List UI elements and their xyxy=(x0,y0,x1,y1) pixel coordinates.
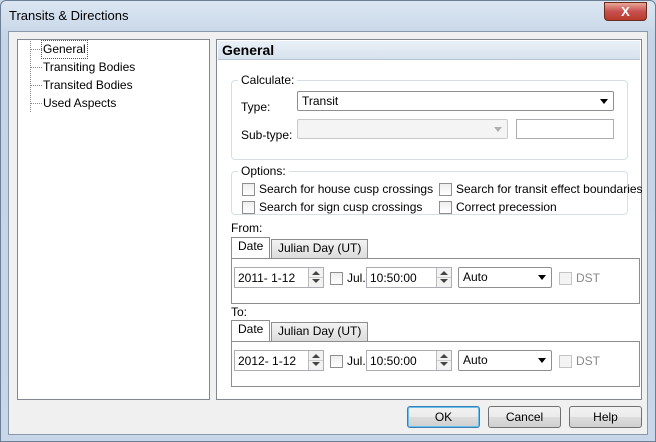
general-panel: General Calculate: Type: Transit Sub-typ… xyxy=(216,39,643,400)
type-select-value: Transit xyxy=(302,94,339,108)
checkbox-box[interactable] xyxy=(559,355,572,368)
spin-down-icon[interactable] xyxy=(440,279,448,283)
to-zone-select[interactable]: Auto xyxy=(458,350,552,371)
from-zone-select[interactable]: Auto xyxy=(458,267,552,288)
chevron-down-icon xyxy=(538,275,546,280)
calculate-legend: Calculate: xyxy=(238,73,298,87)
tree-item-label: Transited Bodies xyxy=(43,78,133,92)
tab-from-date[interactable]: Date xyxy=(231,237,271,258)
options-group: Options: Search for house cusp crossings… xyxy=(231,164,643,215)
sign-cusp-checkbox[interactable]: Search for sign cusp crossings xyxy=(242,200,422,215)
calculate-group: Calculate: Type: Transit Sub-type: xyxy=(231,73,628,160)
subtype-label: Sub-type: xyxy=(241,128,293,142)
type-select[interactable]: Transit xyxy=(297,91,614,111)
tab-to-date[interactable]: Date xyxy=(231,320,271,341)
dialog-client: General Transiting Bodies Transited Bodi… xyxy=(8,31,648,435)
spin-down-icon[interactable] xyxy=(440,362,448,366)
spin-down-icon[interactable] xyxy=(312,362,320,366)
tree-item-label: General xyxy=(41,40,88,59)
tree-item-label: Used Aspects xyxy=(43,96,117,110)
tree-item-transiting-bodies[interactable]: Transiting Bodies xyxy=(18,59,208,76)
dialog-window: Transits & Directions X General Transiti… xyxy=(0,0,656,442)
checkbox-box[interactable] xyxy=(330,272,343,285)
options-legend: Options: xyxy=(238,164,289,178)
ok-button[interactable]: OK xyxy=(407,406,480,428)
subtype-text-field[interactable] xyxy=(516,119,614,139)
house-cusp-checkbox[interactable]: Search for house cusp crossings xyxy=(242,182,433,197)
from-dst-checkbox[interactable]: DST xyxy=(559,271,600,286)
correct-precession-checkbox[interactable]: Correct precession xyxy=(439,200,624,215)
spin-up-icon[interactable] xyxy=(312,271,320,275)
tree-item-transited-bodies[interactable]: Transited Bodies xyxy=(18,77,208,94)
to-tab-body: 2012- 1-12 Jul. 10:50:00 Auto DST xyxy=(231,341,640,387)
tree-item-general[interactable]: General xyxy=(18,40,208,59)
help-button[interactable]: Help xyxy=(569,406,642,428)
tree-item-label: Transiting Bodies xyxy=(43,60,136,74)
to-date-field[interactable]: 2012- 1-12 xyxy=(234,350,324,371)
checkbox-box[interactable] xyxy=(242,201,255,214)
date-spinner[interactable] xyxy=(308,268,323,287)
spin-down-icon[interactable] xyxy=(312,279,320,283)
date-spinner[interactable] xyxy=(308,351,323,370)
tab-from-julian-day[interactable]: Julian Day (UT) xyxy=(271,239,369,258)
checkbox-box[interactable] xyxy=(439,201,452,214)
spin-up-icon[interactable] xyxy=(312,354,320,358)
from-tab-body: 2011- 1-12 Jul. 10:50:00 Auto DST xyxy=(231,258,640,304)
chevron-down-icon xyxy=(538,358,546,363)
spin-up-icon[interactable] xyxy=(440,354,448,358)
from-date-field[interactable]: 2011- 1-12 xyxy=(234,267,324,288)
to-dst-checkbox[interactable]: DST xyxy=(559,354,600,369)
settings-tree: General Transiting Bodies Transited Bodi… xyxy=(17,39,210,400)
close-button[interactable]: X xyxy=(604,2,647,21)
checkbox-box[interactable] xyxy=(439,183,452,196)
cancel-button[interactable]: Cancel xyxy=(488,406,561,428)
panel-header: General xyxy=(218,41,640,60)
spin-up-icon[interactable] xyxy=(440,271,448,275)
to-time-field[interactable]: 10:50:00 xyxy=(366,350,452,371)
effect-boundaries-checkbox[interactable]: Search for transit effect boundaries xyxy=(439,182,643,197)
checkbox-box[interactable] xyxy=(330,355,343,368)
tab-to-julian-day[interactable]: Julian Day (UT) xyxy=(271,322,369,341)
tree-item-used-aspects[interactable]: Used Aspects xyxy=(18,95,208,112)
from-julian-checkbox[interactable]: Jul. xyxy=(330,271,366,286)
checkbox-box[interactable] xyxy=(242,183,255,196)
window-title: Transits & Directions xyxy=(9,8,129,23)
title-bar[interactable]: Transits & Directions X xyxy=(1,1,655,31)
from-time-field[interactable]: 10:50:00 xyxy=(366,267,452,288)
chevron-down-icon xyxy=(494,127,502,132)
chevron-down-icon xyxy=(600,99,608,104)
checkbox-box[interactable] xyxy=(559,272,572,285)
from-label: From: xyxy=(231,221,263,235)
time-spinner[interactable] xyxy=(436,351,451,370)
subtype-select[interactable] xyxy=(297,119,508,139)
panel-title: General xyxy=(222,42,275,58)
time-spinner[interactable] xyxy=(436,268,451,287)
type-label: Type: xyxy=(241,100,271,114)
to-label: To: xyxy=(231,305,248,319)
to-julian-checkbox[interactable]: Jul. xyxy=(330,354,366,369)
